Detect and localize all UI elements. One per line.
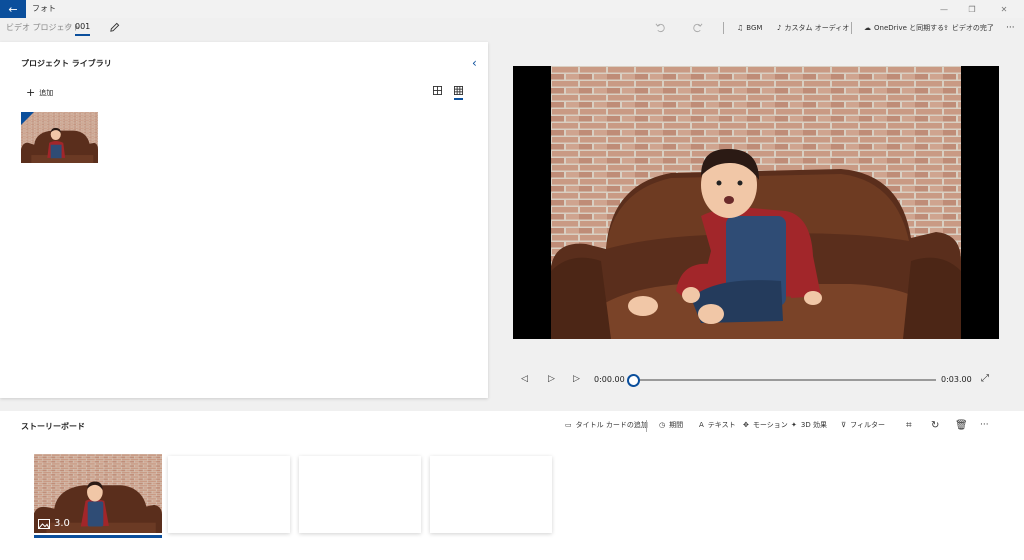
clock-icon: ◷: [659, 421, 666, 429]
scrub-bar[interactable]: [633, 379, 936, 381]
storyboard-panel: ストーリーボード ▭ タイトル カードの追加 ◷ 期間 A テキスト ✥ モーシ…: [0, 411, 1024, 560]
custom-audio-button[interactable]: ♪ カスタム オーディオ: [777, 19, 849, 37]
breadcrumb-separator: >: [64, 22, 71, 31]
add-label: 追加: [39, 88, 54, 97]
bgm-button[interactable]: ♫ BGM: [737, 19, 762, 37]
project-library-panel: プロジェクト ライブラリ ‹ + 追加: [0, 42, 488, 398]
storyboard-clip[interactable]: 3.0: [34, 454, 162, 533]
rotate-icon[interactable]: ↻: [931, 417, 939, 433]
motion-label: モーション: [752, 421, 788, 429]
added-indicator-icon: [21, 112, 34, 125]
clip-duration-value: 3.0: [54, 518, 70, 529]
title-bar: [0, 0, 1024, 18]
fullscreen-icon[interactable]: ⤢: [981, 373, 989, 384]
library-title: プロジェクト ライブラリ: [21, 59, 112, 68]
current-time: 0:00.00: [594, 375, 625, 384]
export-icon: ⇪: [943, 24, 949, 32]
bgm-label: BGM: [746, 24, 763, 32]
finish-video-button[interactable]: ⇪ ビデオの完了: [943, 19, 994, 37]
more-options-button[interactable]: ···: [1006, 19, 1015, 37]
toolbar-divider: [723, 22, 724, 34]
image-icon: [38, 518, 50, 529]
filters-button[interactable]: ⊽ フィルター: [841, 417, 885, 433]
clip-selected-indicator: [34, 535, 162, 538]
back-arrow-icon: ←: [8, 2, 18, 16]
custom-audio-label: カスタム オーディオ: [784, 24, 850, 32]
preview-frame-image: [551, 66, 961, 339]
3d-effects-icon: ✦: [791, 421, 797, 429]
play-icon[interactable]: ▷: [548, 374, 555, 384]
add-media-button[interactable]: + 追加: [26, 86, 53, 99]
custom-audio-icon: ♪: [777, 24, 782, 32]
close-button[interactable]: ✕: [990, 2, 1018, 16]
empty-clip-slot: [168, 456, 290, 533]
duration-button[interactable]: ◷ 期間: [659, 417, 683, 433]
title-card-icon: ▭: [565, 421, 572, 429]
breadcrumb-current: 001: [75, 22, 91, 36]
storyboard-title: ストーリーボード: [21, 422, 85, 431]
video-preview: [513, 66, 999, 339]
pencil-icon[interactable]: [109, 22, 120, 33]
collapse-chevron-icon[interactable]: ‹: [472, 56, 477, 70]
empty-clip-slot: [430, 456, 552, 533]
maximize-button[interactable]: ❐: [958, 2, 986, 16]
large-grid-view-icon[interactable]: [433, 86, 442, 95]
more-options-button[interactable]: ···: [980, 417, 989, 433]
onedrive-label: OneDrive と同期する: [874, 24, 945, 32]
minimize-button[interactable]: —: [930, 2, 958, 16]
add-title-card-button[interactable]: ▭ タイトル カードの追加: [565, 417, 648, 433]
filters-label: フィルター: [850, 421, 885, 429]
cloud-icon: ☁: [864, 24, 871, 32]
toolbar-divider: [646, 420, 647, 432]
text-label: テキスト: [707, 421, 736, 429]
title-card-label: タイトル カードの追加: [575, 421, 648, 429]
plus-icon: +: [26, 86, 36, 99]
motion-icon: ✥: [743, 421, 749, 429]
library-media-thumbnail[interactable]: [21, 112, 98, 163]
app-title: フォト: [32, 4, 56, 13]
text-icon: A: [699, 421, 704, 429]
previous-frame-icon[interactable]: ◁: [521, 374, 528, 384]
3d-effects-button[interactable]: ✦ 3D 効果: [791, 417, 827, 433]
3d-effects-label: 3D 効果: [800, 421, 827, 429]
duration-label: 期間: [669, 421, 684, 429]
clip-duration: 3.0: [38, 518, 70, 529]
delete-icon[interactable]: 🗑: [955, 417, 968, 433]
filter-icon: ⊽: [841, 421, 847, 429]
undo-icon[interactable]: [655, 22, 666, 33]
onedrive-sync-button[interactable]: ☁ OneDrive と同期する: [864, 19, 944, 37]
text-button[interactable]: A テキスト: [699, 417, 736, 433]
crop-icon[interactable]: ⌗: [906, 417, 912, 433]
music-note-icon: ♫: [737, 24, 744, 32]
toolbar-divider: [851, 22, 852, 34]
next-frame-icon[interactable]: ▷: [573, 374, 580, 384]
total-time: 0:03.00: [941, 375, 972, 384]
back-button[interactable]: ←: [0, 0, 26, 18]
small-grid-view-icon[interactable]: [454, 86, 463, 100]
motion-button[interactable]: ✥ モーション: [743, 417, 788, 433]
empty-clip-slot: [299, 456, 421, 533]
redo-icon[interactable]: [692, 22, 703, 33]
finish-video-label: ビデオの完了: [951, 24, 994, 32]
scrub-handle[interactable]: [626, 374, 640, 387]
